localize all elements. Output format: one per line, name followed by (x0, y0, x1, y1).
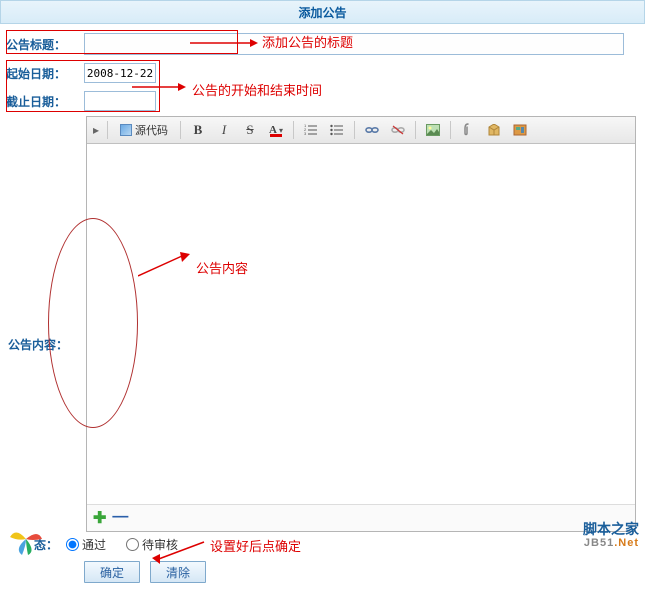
separator (293, 121, 294, 139)
watermark: 脚本之家 JB51.Net (583, 519, 639, 549)
shrink-icon[interactable]: — (112, 508, 128, 528)
status-row: 态： 通过 待审核 (0, 532, 645, 557)
ordered-list-button[interactable]: 123 (300, 120, 322, 140)
editor-footer: ✚ — (87, 504, 635, 531)
expand-icon[interactable]: ✚ (93, 508, 106, 528)
end-date-input[interactable] (84, 91, 156, 111)
svg-text:3: 3 (304, 131, 307, 136)
rich-editor: ▸ 源代码 B I S A▾ 123 ✚ — (86, 116, 636, 532)
separator (180, 121, 181, 139)
media-button[interactable] (509, 120, 531, 140)
template-button[interactable] (483, 120, 505, 140)
unordered-list-button[interactable] (326, 120, 348, 140)
ok-button[interactable]: 确定 (84, 561, 140, 583)
separator (107, 121, 108, 139)
separator (354, 121, 355, 139)
collapse-icon[interactable]: ▸ (91, 123, 101, 137)
unlink-button[interactable] (387, 120, 409, 140)
watermark-flower-icon (6, 519, 46, 559)
editor-toolbar: ▸ 源代码 B I S A▾ 123 (87, 117, 635, 144)
attachment-button[interactable] (457, 120, 479, 140)
textcolor-button[interactable]: A▾ (265, 120, 287, 140)
end-date-label: 截止日期： (2, 88, 78, 114)
form-table: 公告标题： 起始日期： 截止日期： (0, 28, 645, 116)
clear-button[interactable]: 清除 (150, 561, 206, 583)
content-textarea[interactable] (87, 144, 635, 504)
separator (450, 121, 451, 139)
image-button[interactable] (422, 120, 444, 140)
radio-pass[interactable]: 通过 (66, 536, 106, 553)
separator (415, 121, 416, 139)
page-title-bar: 添加公告 (0, 0, 645, 24)
italic-button[interactable]: I (213, 120, 235, 140)
content-label: 公告内容： (8, 336, 68, 353)
start-date-input[interactable] (84, 63, 156, 83)
radio-pass-input[interactable] (66, 538, 79, 551)
radio-pending-input[interactable] (126, 538, 139, 551)
page-title: 添加公告 (298, 6, 346, 20)
title-label: 公告标题： (2, 30, 78, 58)
button-row: 确定 清除 (0, 557, 645, 589)
start-date-label: 起始日期： (2, 60, 78, 86)
source-icon (120, 124, 132, 136)
source-button[interactable]: 源代码 (114, 120, 174, 140)
strike-button[interactable]: S (239, 120, 261, 140)
radio-pending[interactable]: 待审核 (126, 536, 178, 553)
title-input[interactable] (84, 33, 624, 55)
bold-button[interactable]: B (187, 120, 209, 140)
link-button[interactable] (361, 120, 383, 140)
